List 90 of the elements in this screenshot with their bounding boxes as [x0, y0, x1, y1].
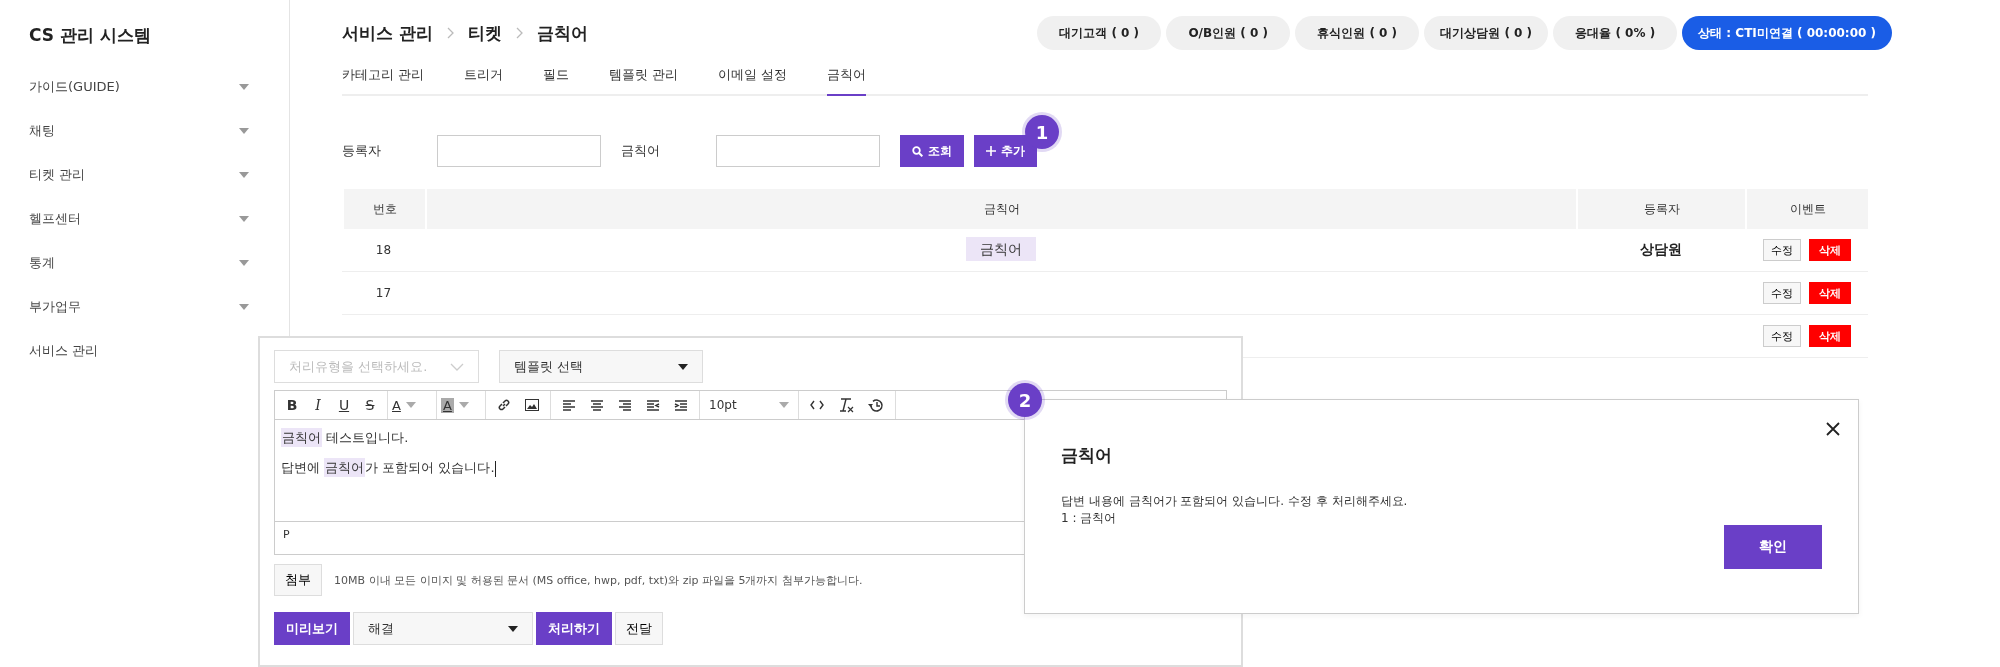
dialog-detail: 1 : 금칙어: [1061, 510, 1118, 527]
align-icon: [562, 398, 576, 412]
edit-button[interactable]: 수정: [1762, 282, 1801, 304]
caret-icon: [508, 625, 518, 632]
sidebar-item[interactable]: 부가업무: [29, 298, 81, 316]
edit-button[interactable]: 수정: [1762, 325, 1801, 347]
search-button[interactable]: 조회: [900, 135, 964, 167]
plus-icon: [986, 146, 996, 156]
dialog-title: 금칙어: [1061, 444, 1113, 467]
column-header: 번호: [342, 189, 425, 229]
tab[interactable]: 금칙어: [827, 58, 867, 96]
caret-icon: [458, 402, 469, 408]
element-path: P: [283, 528, 290, 541]
sidebar-item[interactable]: 가이드(GUIDE): [29, 78, 120, 96]
add-button[interactable]: 추가: [974, 135, 1037, 167]
delete-button[interactable]: 삭제: [1808, 282, 1851, 304]
caret-icon: [239, 84, 249, 90]
delete-button[interactable]: 삭제: [1808, 239, 1851, 261]
tab[interactable]: 카테고리 관리: [342, 58, 425, 96]
sidebar-item[interactable]: 통계: [29, 254, 55, 272]
sidebar-item[interactable]: 서비스 관리: [29, 342, 99, 360]
link-icon: [497, 398, 511, 412]
table-cell: 상담원: [1639, 241, 1682, 257]
search-icon: [912, 145, 923, 157]
align-icon: [618, 398, 632, 412]
highlight-color-button[interactable]: A: [441, 393, 481, 417]
indent-icon: [674, 398, 688, 412]
caret-icon: [405, 402, 416, 408]
select-field[interactable]: 해결: [353, 612, 533, 645]
sidebar-item[interactable]: 채팅: [29, 122, 55, 140]
indent-icon: [646, 398, 660, 412]
tab[interactable]: 트리거: [464, 58, 504, 96]
code-icon: [810, 400, 824, 410]
column-header: 금칙어: [425, 189, 1576, 229]
format-button[interactable]: B: [279, 393, 305, 417]
preview-button[interactable]: 미리보기: [274, 612, 350, 645]
field-label: 금칙어: [621, 142, 661, 160]
status-pill: 대기고객 ( 0 ): [1037, 16, 1162, 50]
tab[interactable]: 템플릿 관리: [609, 58, 679, 96]
format-button[interactable]: I: [305, 393, 331, 417]
app-title: CS 관리 시스템: [29, 24, 152, 47]
image-icon: [525, 399, 539, 411]
caret-icon: [779, 402, 789, 408]
column-header: 이벤트: [1745, 189, 1868, 229]
delete-button[interactable]: 삭제: [1808, 325, 1851, 347]
caret-icon: [239, 172, 249, 178]
column-header: 등록자: [1576, 189, 1745, 229]
table-cell: 18: [375, 243, 392, 257]
breadcrumb-item[interactable]: 서비스 관리: [342, 21, 433, 45]
attach-note: 10MB 이내 모든 이미지 및 허용된 문서 (MS office, hwp, pdf, txt)와 zip 파일을 5개까지 첨부가능합니다.: [334, 572, 863, 588]
tab[interactable]: 이메일 설정: [718, 58, 788, 96]
input-field[interactable]: [716, 135, 880, 167]
status-pill: 응대율 ( 0% ): [1553, 16, 1678, 50]
close-icon: [1826, 422, 1840, 436]
chevron-down-icon: [450, 362, 464, 371]
select-field[interactable]: 템플릿 선택: [499, 350, 703, 383]
status-pill: O/B인원 ( 0 ): [1166, 16, 1291, 50]
caret-icon: [239, 304, 249, 310]
format-button[interactable]: S: [357, 393, 383, 417]
caret-icon: [678, 363, 688, 370]
word-tag: 금칙어: [965, 237, 1036, 261]
caret-icon: [239, 260, 249, 266]
clear-format-icon: [838, 397, 854, 413]
forward-button[interactable]: 전달: [615, 612, 663, 645]
sidebar-item[interactable]: 헬프센터: [29, 210, 81, 228]
align-icon: [590, 398, 604, 412]
confirm-button[interactable]: 확인: [1724, 525, 1822, 569]
font-size-select[interactable]: 10pt: [704, 398, 794, 412]
dialog-message: 답변 내용에 금칙어가 포함되어 있습니다. 수정 후 처리해주세요.: [1061, 493, 1409, 510]
attach-button[interactable]: 첨부: [274, 564, 322, 596]
sidebar-item[interactable]: 티켓 관리: [29, 166, 86, 184]
chevron-right-icon: [446, 27, 454, 39]
edit-button[interactable]: 수정: [1762, 239, 1801, 261]
breadcrumb-item: 금칙어: [536, 21, 588, 45]
chevron-right-icon: [515, 27, 523, 39]
text-color-button[interactable]: A: [392, 393, 432, 417]
process-button[interactable]: 처리하기: [536, 612, 612, 645]
input-field[interactable]: [437, 135, 601, 167]
caret-icon: [239, 128, 249, 134]
status-button[interactable]: 상태 : CTI미연결 ( 00:00:00 ): [1682, 16, 1892, 50]
table-cell: 17: [375, 286, 392, 300]
step-badge: 1: [1025, 115, 1059, 149]
history-icon: [868, 397, 884, 413]
caret-icon: [239, 216, 249, 222]
format-button[interactable]: U: [331, 393, 357, 417]
breadcrumb-item[interactable]: 티켓: [467, 21, 502, 45]
tab[interactable]: 필드: [543, 58, 570, 96]
field-label: 등록자: [342, 142, 382, 160]
status-pill: 대기상담원 ( 0 ): [1424, 16, 1549, 50]
status-pill: 휴식인원 ( 0 ): [1295, 16, 1420, 50]
